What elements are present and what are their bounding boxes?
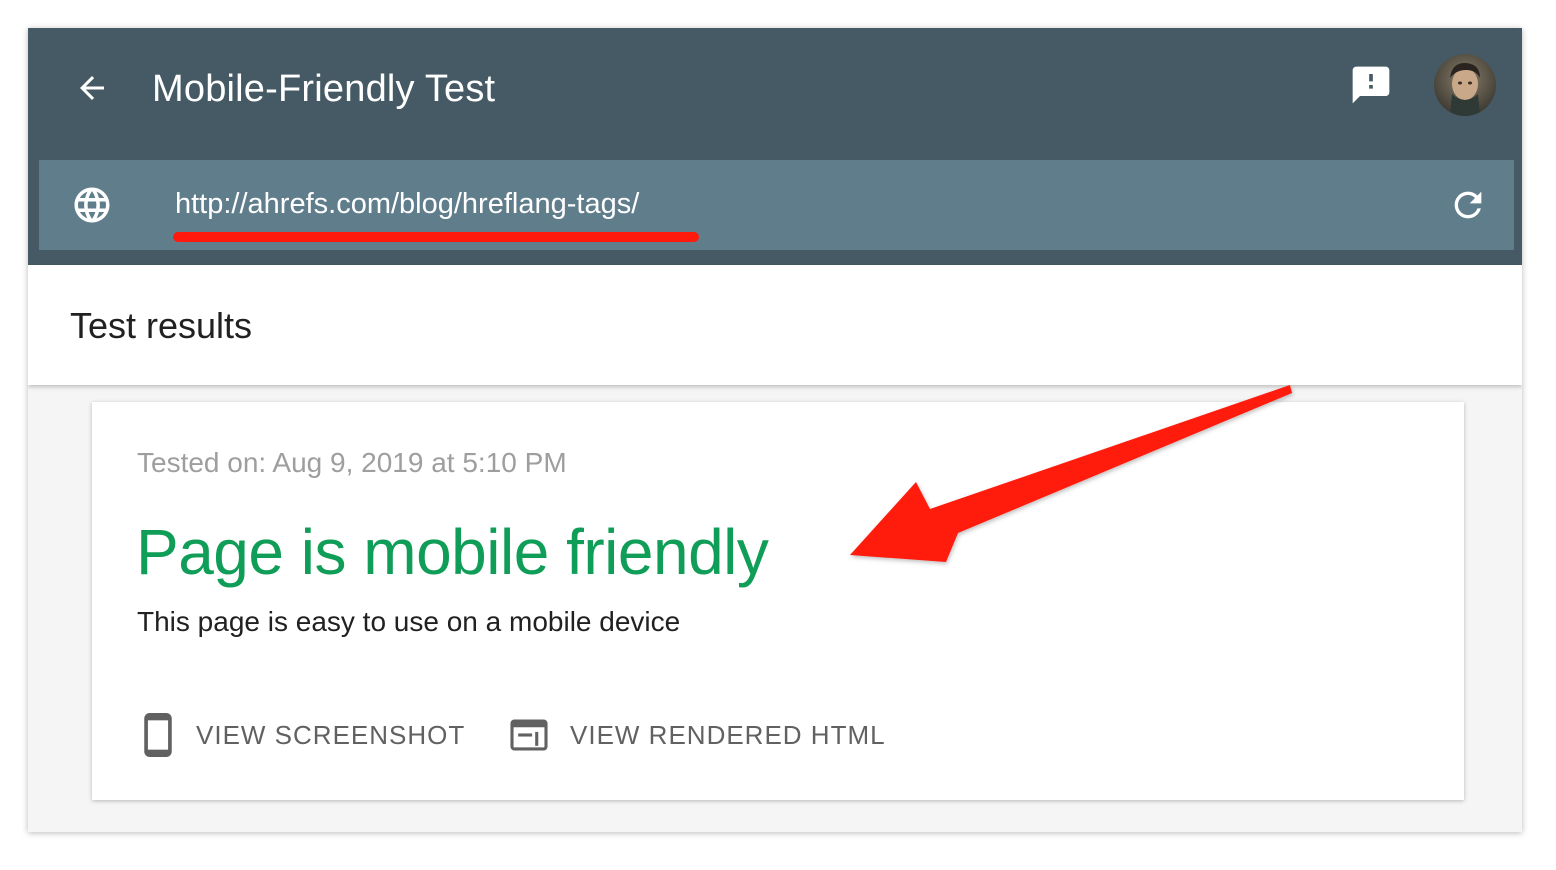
globe-icon — [74, 187, 110, 223]
view-screenshot-button[interactable]: VIEW SCREENSHOT — [142, 712, 465, 758]
browser-window-icon — [510, 719, 548, 751]
annotation-underline — [173, 232, 699, 242]
user-avatar-image — [1434, 54, 1496, 116]
avatar[interactable] — [1434, 54, 1496, 116]
results-header: Test results — [28, 265, 1522, 385]
verdict-heading: Page is mobile friendly — [136, 516, 769, 588]
view-rendered-html-button[interactable]: VIEW RENDERED HTML — [510, 712, 886, 758]
refresh-button[interactable] — [1445, 182, 1491, 228]
back-button[interactable] — [68, 64, 116, 112]
feedback-button[interactable] — [1346, 60, 1396, 110]
app-window: Mobile-Friendly Test http://ahrefs.com/b… — [28, 28, 1522, 832]
url-input[interactable]: http://ahrefs.com/blog/hreflang-tags/ — [175, 186, 639, 222]
result-card: Tested on: Aug 9, 2019 at 5:10 PM Page i… — [92, 402, 1464, 800]
app-bar: Mobile-Friendly Test http://ahrefs.com/b… — [28, 28, 1522, 265]
phone-icon — [144, 713, 172, 757]
refresh-icon — [1454, 191, 1482, 219]
view-rendered-html-label: VIEW RENDERED HTML — [570, 719, 886, 750]
app-title: Mobile-Friendly Test — [152, 68, 496, 110]
feedback-icon — [1352, 66, 1390, 104]
view-screenshot-label: VIEW SCREENSHOT — [196, 719, 466, 750]
verdict-description: This page is easy to use on a mobile dev… — [137, 606, 681, 637]
tested-on-timestamp: Tested on: Aug 9, 2019 at 5:10 PM — [137, 447, 567, 478]
url-bar: http://ahrefs.com/blog/hreflang-tags/ — [39, 160, 1514, 250]
page-title: Test results — [70, 305, 253, 346]
arrow-back-icon — [80, 76, 104, 100]
